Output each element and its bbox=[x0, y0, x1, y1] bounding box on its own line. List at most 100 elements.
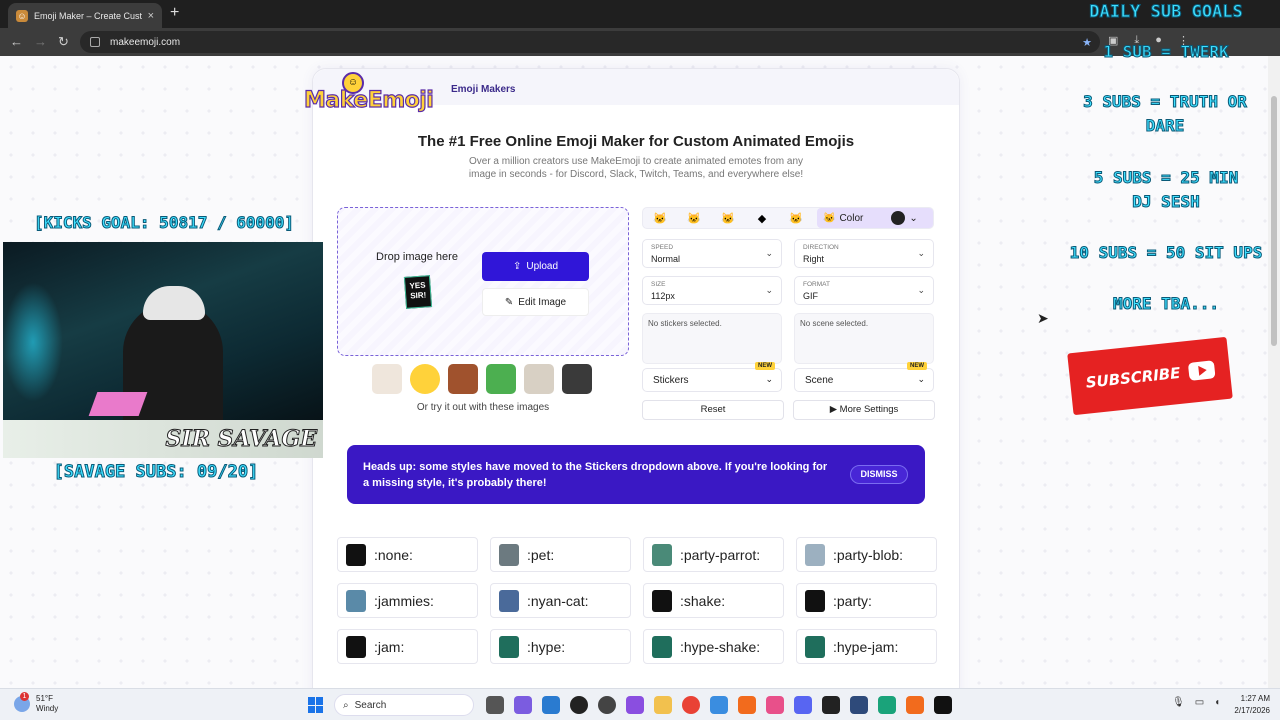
browser-tab[interactable]: ☺ Emoji Maker – Create Custom E × bbox=[8, 3, 162, 28]
banner-text: Heads up: some styles have moved to the … bbox=[363, 461, 828, 489]
swatch-cat2-icon[interactable]: 🐱 bbox=[677, 212, 711, 225]
reset-button[interactable]: Reset bbox=[642, 400, 784, 420]
style-name: :shake: bbox=[680, 592, 726, 609]
party-icon bbox=[805, 589, 825, 612]
sample-black-cat-image[interactable] bbox=[562, 364, 592, 394]
direction-dropdown[interactable]: DIRECTION Right ⌄ bbox=[794, 239, 934, 268]
monitor-app-icon[interactable] bbox=[542, 696, 560, 714]
goal-item: 10 SUBS = 50 SIT UPS bbox=[1069, 243, 1263, 263]
chevron-down-icon: ⌄ bbox=[909, 212, 918, 224]
hype-jam-icon bbox=[805, 635, 825, 658]
nav-emoji-makers[interactable]: Emoji Makers bbox=[451, 84, 515, 95]
swatch-yellow-cat-icon[interactable]: 🐱 bbox=[711, 212, 745, 225]
swatch-blue-cat-icon[interactable]: 🐱 bbox=[779, 212, 813, 225]
style-item[interactable]: :jammies: bbox=[337, 583, 478, 618]
drop-text: Drop image here bbox=[376, 251, 458, 263]
network-icon[interactable]: ▭ bbox=[1195, 697, 1204, 708]
style-item[interactable]: :shake: bbox=[643, 583, 784, 618]
size-dropdown[interactable]: SIZE 112px ⌄ bbox=[642, 276, 782, 305]
more-settings-button[interactable]: ▶ More Settings bbox=[793, 400, 935, 420]
new-tab-icon[interactable]: + bbox=[170, 4, 179, 22]
scrollbar[interactable] bbox=[1268, 56, 1280, 688]
capcut-icon[interactable] bbox=[822, 696, 840, 714]
color-picker[interactable]: 🐱 Color ⌄ bbox=[817, 208, 933, 228]
style-name: :pet: bbox=[527, 546, 555, 563]
streamer-cap bbox=[143, 286, 205, 320]
grid-app-icon[interactable] bbox=[626, 696, 644, 714]
sample-emoji-image[interactable] bbox=[410, 364, 440, 394]
image-dropzone[interactable] bbox=[337, 207, 629, 356]
info-banner: Heads up: some styles have moved to the … bbox=[347, 445, 925, 504]
circle-app-icon[interactable] bbox=[598, 696, 616, 714]
url-text: makeemoji.com bbox=[110, 36, 181, 48]
swatch-rainbow-icon[interactable]: ◆ bbox=[745, 212, 779, 225]
style-item[interactable]: :hype: bbox=[490, 629, 631, 664]
style-item[interactable]: :pet: bbox=[490, 537, 631, 572]
style-item[interactable]: :hype-shake: bbox=[643, 629, 784, 664]
notepad-icon[interactable] bbox=[878, 696, 896, 714]
style-name: :party-blob: bbox=[833, 546, 904, 563]
search-placeholder: Search bbox=[354, 699, 387, 711]
pet-icon bbox=[499, 543, 519, 566]
new-badge: NEW bbox=[755, 362, 775, 370]
scene-label: Scene bbox=[805, 375, 834, 386]
scene-selection: No scene selected. bbox=[794, 313, 934, 364]
discord-icon[interactable] bbox=[794, 696, 812, 714]
task-view-icon[interactable] bbox=[486, 696, 504, 714]
style-item[interactable]: :party: bbox=[796, 583, 937, 618]
upload-label: Upload bbox=[526, 261, 559, 272]
back-icon[interactable]: ← bbox=[10, 34, 23, 49]
temperature: 51°F bbox=[36, 694, 53, 703]
style-name: :hype-shake: bbox=[680, 638, 761, 655]
style-name: :jammies: bbox=[374, 592, 434, 609]
sample-dog-image[interactable] bbox=[524, 364, 554, 394]
obs-icon[interactable] bbox=[934, 696, 952, 714]
style-item[interactable]: :hype-jam: bbox=[796, 629, 937, 664]
start-button[interactable] bbox=[308, 697, 324, 713]
chrome-icon[interactable] bbox=[682, 696, 700, 714]
scene-dropdown[interactable]: Scene NEW ⌄ bbox=[794, 362, 934, 392]
address-bar[interactable]: makeemoji.com ★ bbox=[80, 31, 1100, 53]
close-tab-icon[interactable]: × bbox=[148, 10, 154, 22]
clock[interactable]: 1:27 AM 2/17/2026 bbox=[1226, 693, 1270, 717]
forward-icon[interactable]: → bbox=[34, 34, 47, 49]
style-item[interactable]: :none: bbox=[337, 537, 478, 572]
sample-man-image[interactable] bbox=[448, 364, 478, 394]
style-grid: :none: :pet: :party-parrot: :party-blob:… bbox=[337, 537, 937, 664]
style-item[interactable]: :party-blob: bbox=[796, 537, 937, 572]
swatch-cat-icon[interactable]: 🐱 bbox=[643, 212, 677, 225]
parrot-icon bbox=[652, 543, 672, 566]
soundcloud2-icon[interactable] bbox=[906, 696, 924, 714]
sample-pepe-image[interactable] bbox=[486, 364, 516, 394]
photos-icon[interactable] bbox=[710, 696, 728, 714]
jam-icon bbox=[346, 635, 366, 658]
microphone-icon[interactable]: 🎙 bbox=[1172, 697, 1185, 708]
try-text: Or try it out with these images bbox=[416, 402, 550, 413]
stickers-dropdown[interactable]: Stickers NEW ⌄ bbox=[642, 362, 782, 392]
file-explorer-icon[interactable] bbox=[654, 696, 672, 714]
stickers-label: Stickers bbox=[653, 375, 689, 386]
sample-cat-image[interactable] bbox=[372, 364, 402, 394]
sample-images bbox=[372, 364, 592, 394]
edit-image-button[interactable]: ✎ Edit Image bbox=[482, 288, 589, 316]
taskbar-search[interactable]: ⌕ Search bbox=[334, 694, 474, 716]
favicon-icon: ☺ bbox=[16, 9, 28, 22]
volume-icon[interactable]: ◖ bbox=[1214, 697, 1220, 708]
weather-widget[interactable]: 51°F Windy bbox=[14, 692, 58, 714]
copilot-icon[interactable] bbox=[514, 696, 532, 714]
mixer-icon[interactable] bbox=[850, 696, 868, 714]
site-info-icon[interactable] bbox=[90, 37, 100, 47]
media-app-icon[interactable] bbox=[570, 696, 588, 714]
reload-icon[interactable]: ↻ bbox=[58, 34, 69, 50]
stickers-selection: No stickers selected. bbox=[642, 313, 782, 364]
style-item[interactable]: :jam: bbox=[337, 629, 478, 664]
style-item[interactable]: :party-parrot: bbox=[643, 537, 784, 572]
style-item[interactable]: :nyan-cat: bbox=[490, 583, 631, 618]
dismiss-button[interactable]: DISMISS bbox=[850, 465, 908, 484]
speed-dropdown[interactable]: SPEED Normal ⌄ bbox=[642, 239, 782, 268]
format-dropdown[interactable]: FORMAT GIF ⌄ bbox=[794, 276, 934, 305]
soundcloud-icon[interactable] bbox=[738, 696, 756, 714]
site-logo[interactable]: ☺ MakeEmoji bbox=[303, 72, 434, 120]
maps-pin-icon[interactable] bbox=[766, 696, 784, 714]
upload-button[interactable]: ⇪ Upload bbox=[482, 252, 589, 281]
